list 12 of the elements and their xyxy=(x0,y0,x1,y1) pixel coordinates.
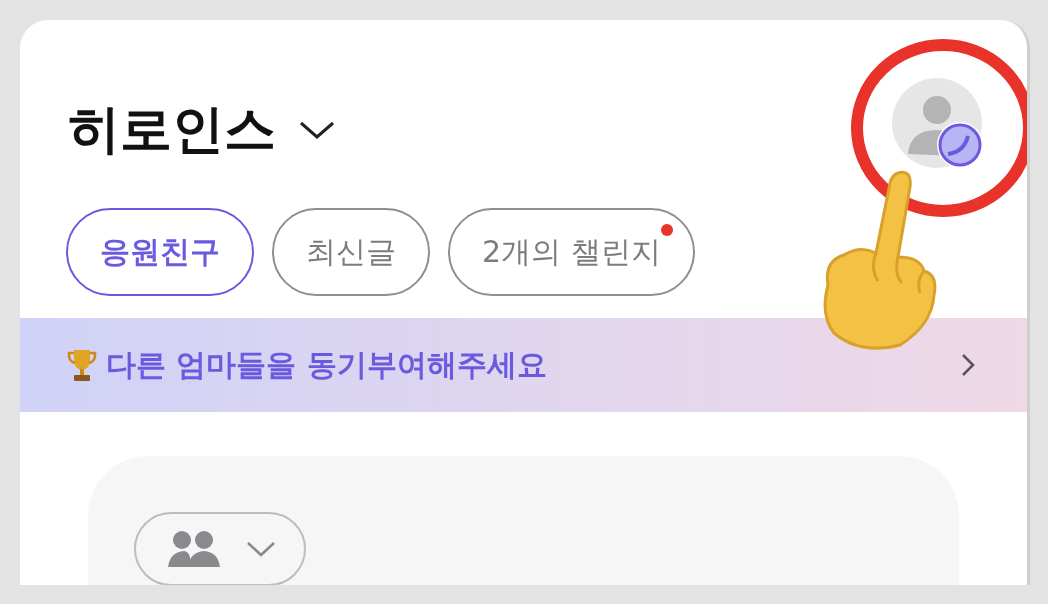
profile-avatar-icon[interactable] xyxy=(892,78,984,170)
filter-tab[interactable]: 최신글 xyxy=(272,208,430,296)
chevron-down-icon xyxy=(246,540,276,558)
trophy-icon xyxy=(66,348,98,382)
chevron-down-icon[interactable] xyxy=(298,119,336,141)
banner-text: 다른 엄마들을 동기부여해주세요 xyxy=(106,345,548,384)
filter-tab[interactable]: 2개의 챌린지 xyxy=(448,208,695,296)
filter-tab[interactable]: 응원친구 xyxy=(66,208,254,296)
chevron-right-icon xyxy=(961,353,975,377)
motivation-banner[interactable]: 다른 엄마들을 동기부여해주세요 xyxy=(20,318,1027,412)
app-title[interactable]: 히로인스 xyxy=(68,95,276,165)
people-icon xyxy=(166,530,222,568)
